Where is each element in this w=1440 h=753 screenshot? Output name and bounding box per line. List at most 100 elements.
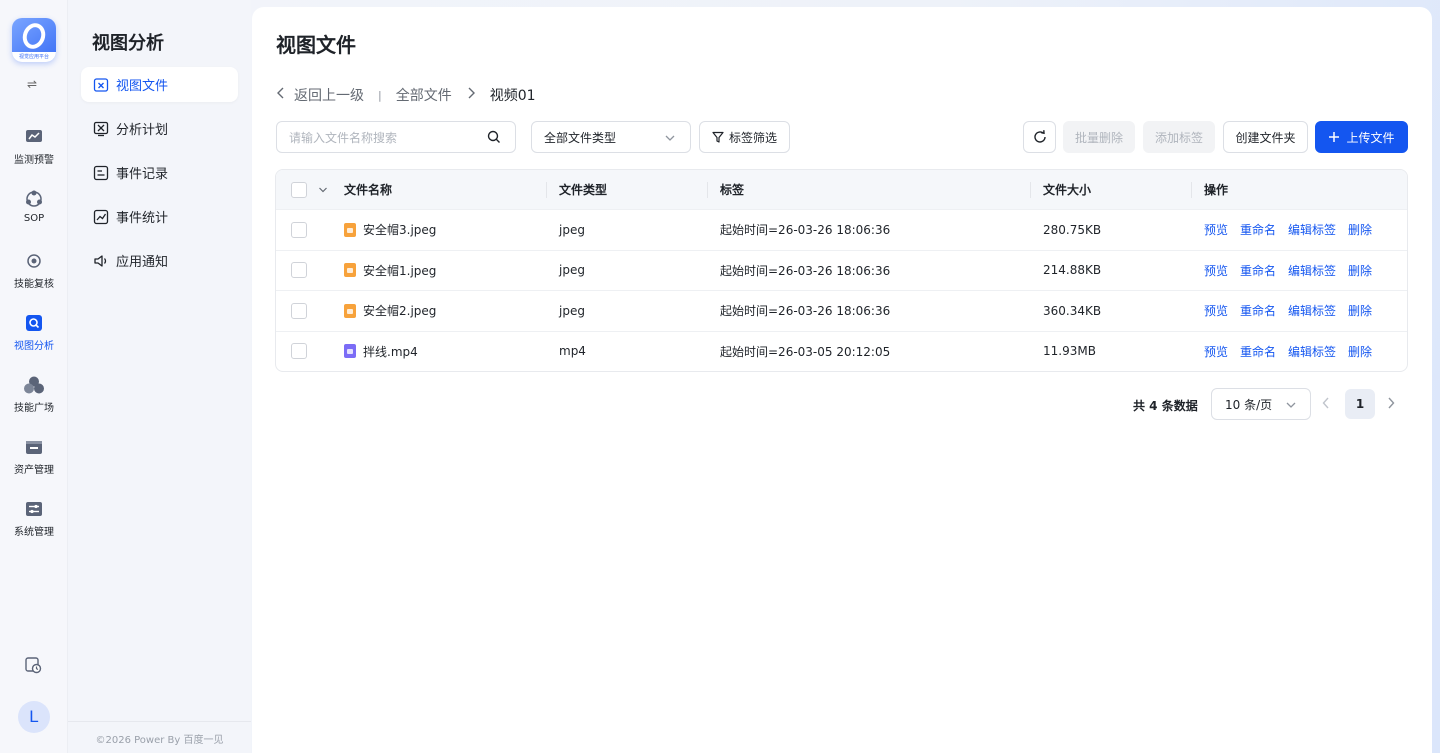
sop-cluster-icon bbox=[24, 189, 44, 209]
event-stats-icon bbox=[93, 209, 109, 225]
search-input[interactable]: 请输入文件名称搜索 bbox=[276, 121, 516, 153]
table-row[interactable]: 拌线.mp4 mp4 起始时间=26-03-05 20:12:05 11.93MB 预览… bbox=[276, 330, 1407, 372]
file-tag: 起始时间=26-03-05 20:12:05 bbox=[720, 344, 891, 359]
file-name-cell[interactable]: 安全帽3.jpeg bbox=[344, 210, 436, 250]
rail-label: 系统管理 bbox=[14, 527, 54, 538]
chevron-down-icon[interactable] bbox=[318, 170, 328, 209]
column-divider bbox=[1191, 182, 1192, 198]
edit-tag-link[interactable]: 编辑标签 bbox=[1288, 343, 1336, 360]
monitor-chart-icon bbox=[24, 127, 44, 147]
file-name-cell[interactable]: 安全帽1.jpeg bbox=[344, 251, 436, 291]
col-header-size: 文件大小 bbox=[1043, 183, 1092, 197]
edit-tag-link[interactable]: 编辑标签 bbox=[1288, 302, 1336, 319]
edit-tag-link[interactable]: 编辑标签 bbox=[1288, 262, 1336, 279]
rename-link[interactable]: 重命名 bbox=[1240, 262, 1276, 279]
menu-item-view-file[interactable]: 视图文件 bbox=[81, 67, 238, 102]
rail-item-sop[interactable]: SOP bbox=[0, 189, 68, 224]
refresh-button[interactable] bbox=[1023, 121, 1056, 153]
file-type-select[interactable]: 全部文件类型 bbox=[531, 121, 691, 153]
preview-link[interactable]: 预览 bbox=[1204, 343, 1228, 360]
add-tag-button[interactable]: 添加标签 bbox=[1143, 121, 1215, 153]
rail-item-system[interactable]: 系统管理 bbox=[0, 499, 68, 538]
logo-ring-icon bbox=[19, 20, 49, 52]
batch-delete-button[interactable]: 批量删除 bbox=[1063, 121, 1135, 153]
file-name-cell[interactable]: 拌线.mp4 bbox=[344, 332, 418, 372]
search-icon[interactable] bbox=[487, 130, 501, 147]
speaker-icon bbox=[93, 253, 109, 269]
row-checkbox[interactable] bbox=[291, 291, 307, 331]
divider bbox=[68, 721, 251, 722]
menu-item-app-notice[interactable]: 应用通知 bbox=[81, 243, 238, 278]
row-checkbox[interactable] bbox=[291, 332, 307, 372]
row-actions: 预览 重命名 编辑标签 删除 bbox=[1204, 251, 1384, 291]
preview-link[interactable]: 预览 bbox=[1204, 302, 1228, 319]
file-type: mp4 bbox=[559, 344, 586, 359]
prev-page-icon[interactable] bbox=[1322, 397, 1330, 413]
file-tag: 起始时间=26-03-26 18:06:36 bbox=[720, 263, 891, 278]
select-all-checkbox[interactable] bbox=[291, 170, 307, 209]
table-row[interactable]: 安全帽3.jpeg jpeg 起始时间=26-03-26 18:06:36 280.7… bbox=[276, 209, 1407, 250]
circles-icon bbox=[24, 375, 44, 395]
delete-link[interactable]: 删除 bbox=[1348, 302, 1372, 319]
file-name-cell[interactable]: 安全帽2.jpeg bbox=[344, 291, 436, 331]
row-checkbox[interactable] bbox=[291, 210, 307, 250]
delete-link[interactable]: 删除 bbox=[1348, 221, 1372, 238]
file-type: jpeg bbox=[559, 222, 585, 237]
page-size-select[interactable]: 10 条/页 bbox=[1211, 388, 1311, 420]
app-logo[interactable]: 视觉应用平台 bbox=[12, 18, 56, 62]
page-number-current[interactable]: 1 bbox=[1345, 389, 1375, 419]
view-search-icon bbox=[24, 313, 44, 333]
file-size: 280.75KB bbox=[1043, 222, 1102, 237]
next-page-icon[interactable] bbox=[1387, 397, 1395, 413]
rail-item-skill-plaza[interactable]: 技能广场 bbox=[0, 375, 68, 414]
upload-file-button[interactable]: 上传文件 bbox=[1315, 121, 1408, 153]
breadcrumb-current: 视频01 bbox=[489, 88, 536, 104]
menu-item-label: 分析计划 bbox=[116, 123, 169, 138]
edit-tag-link[interactable]: 编辑标签 bbox=[1288, 221, 1336, 238]
file-type-value: 全部文件类型 bbox=[544, 130, 617, 145]
page-title: 视图文件 bbox=[276, 33, 356, 57]
table-row[interactable]: 安全帽1.jpeg jpeg 起始时间=26-03-26 18:06:36 214.8… bbox=[276, 249, 1407, 291]
row-checkbox[interactable] bbox=[291, 251, 307, 291]
refresh-icon bbox=[1032, 129, 1048, 145]
filter-icon bbox=[712, 131, 724, 143]
upload-label: 上传文件 bbox=[1346, 130, 1395, 145]
avatar[interactable]: L bbox=[18, 701, 50, 733]
switch-icon[interactable]: ⇌ bbox=[27, 77, 37, 91]
rail-item-monitor[interactable]: 监测预警 bbox=[0, 127, 68, 166]
image-file-icon bbox=[344, 303, 356, 318]
chevron-left-icon[interactable] bbox=[276, 87, 286, 103]
delete-link[interactable]: 删除 bbox=[1348, 262, 1372, 279]
file-tag: 起始时间=26-03-26 18:06:36 bbox=[720, 223, 891, 238]
image-file-icon bbox=[344, 222, 356, 237]
rail-label: 资产管理 bbox=[14, 465, 54, 476]
tag-filter-button[interactable]: 标签筛选 bbox=[699, 121, 790, 153]
breadcrumb-root[interactable]: 全部文件 bbox=[396, 85, 452, 105]
rename-link[interactable]: 重命名 bbox=[1240, 221, 1276, 238]
rail-item-asset[interactable]: 资产管理 bbox=[0, 437, 68, 476]
tag-filter-label: 标签筛选 bbox=[728, 130, 777, 145]
rail-label: SOP bbox=[23, 213, 45, 224]
table-body: 安全帽3.jpeg jpeg 起始时间=26-03-26 18:06:36 280.7… bbox=[276, 209, 1407, 371]
rail-item-view-analysis[interactable]: 视图分析 bbox=[0, 313, 68, 352]
menu-item-label: 视图文件 bbox=[116, 79, 169, 94]
preview-link[interactable]: 预览 bbox=[1204, 262, 1228, 279]
menu-item-event-record[interactable]: 事件记录 bbox=[81, 155, 238, 190]
logo-caption: 视觉应用平台 bbox=[12, 52, 56, 62]
rail-item-skill-review[interactable]: 技能复核 bbox=[0, 251, 68, 290]
delete-link[interactable]: 删除 bbox=[1348, 343, 1372, 360]
menu-item-analysis-plan[interactable]: 分析计划 bbox=[81, 111, 238, 146]
breadcrumb-back[interactable]: 返回上一级 bbox=[294, 85, 364, 105]
table-row[interactable]: 安全帽2.jpeg jpeg 起始时间=26-03-26 18:06:36 360.3… bbox=[276, 290, 1407, 331]
row-actions: 预览 重命名 编辑标签 删除 bbox=[1204, 291, 1384, 331]
target-icon bbox=[24, 251, 44, 271]
column-divider bbox=[1030, 182, 1031, 198]
file-tag: 起始时间=26-03-26 18:06:36 bbox=[720, 304, 891, 319]
rename-link[interactable]: 重命名 bbox=[1240, 302, 1276, 319]
history-calendar-icon[interactable] bbox=[24, 656, 44, 676]
rename-link[interactable]: 重命名 bbox=[1240, 343, 1276, 360]
rail-label: 视图分析 bbox=[14, 341, 54, 352]
menu-item-event-stats[interactable]: 事件统计 bbox=[81, 199, 238, 234]
preview-link[interactable]: 预览 bbox=[1204, 221, 1228, 238]
create-folder-button[interactable]: 创建文件夹 bbox=[1223, 121, 1308, 153]
